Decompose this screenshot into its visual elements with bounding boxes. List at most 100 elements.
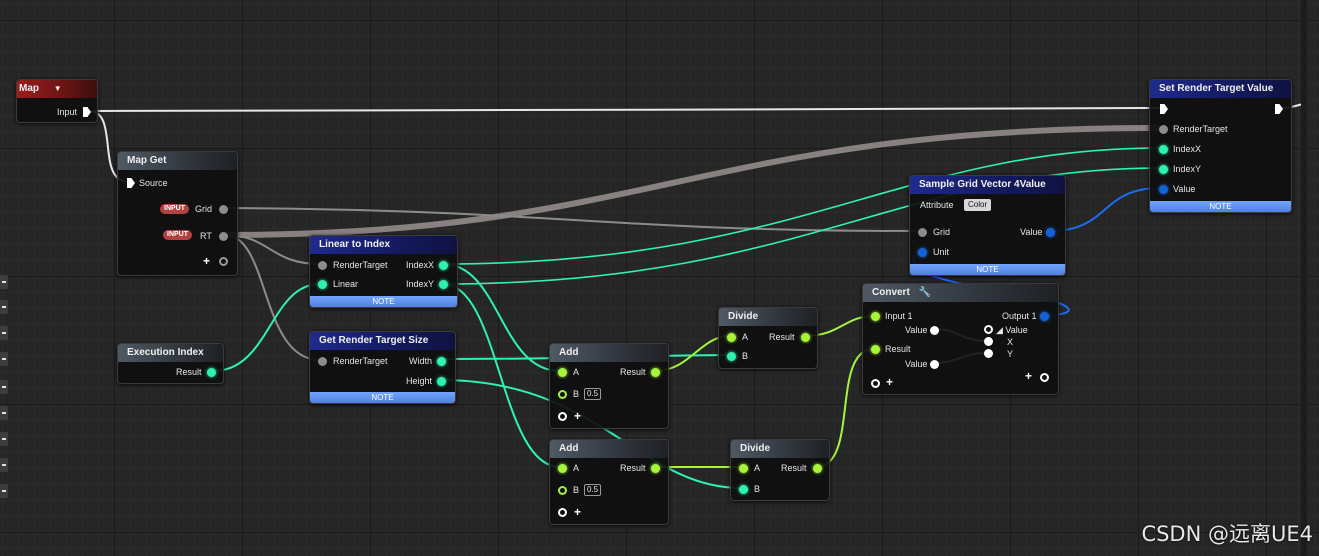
divide1-result-label: Result bbox=[769, 332, 795, 342]
set-rt-value-label: Value bbox=[1173, 184, 1196, 194]
side-tab[interactable] bbox=[0, 458, 8, 472]
add1-a-pin[interactable] bbox=[558, 368, 567, 377]
add1-b-value[interactable]: 0.5 bbox=[584, 388, 602, 400]
linear-to-index-node[interactable]: Linear to Index RenderTarget Linear Inde… bbox=[309, 235, 458, 308]
getsize-rendertarget-pin[interactable] bbox=[318, 357, 327, 366]
map-get-add-pin[interactable] bbox=[219, 257, 228, 266]
set-rt-exec-in-pin[interactable] bbox=[1160, 104, 1168, 114]
add1-add-pin[interactable] bbox=[558, 412, 567, 421]
divide2-a-pin[interactable] bbox=[739, 464, 748, 473]
wire-exec-index-to-linear bbox=[212, 283, 321, 372]
get-render-target-size-node[interactable]: Get Render Target Size RenderTarget Widt… bbox=[309, 331, 456, 404]
add2-a-pin[interactable] bbox=[558, 464, 567, 473]
map-get-node[interactable]: Map Get Source INPUT Grid INPUT RT + bbox=[117, 151, 238, 276]
linear-indexy-pin[interactable] bbox=[439, 280, 448, 289]
side-tab[interactable] bbox=[0, 352, 8, 366]
side-tab[interactable] bbox=[0, 300, 8, 314]
convert-value-a-pin[interactable] bbox=[930, 326, 939, 335]
add-node-1[interactable]: Add A Result B 0.5 + bbox=[549, 343, 669, 429]
add2-result-pin[interactable] bbox=[651, 464, 660, 473]
divide2-result-pin[interactable] bbox=[813, 464, 822, 473]
convert-add-in-pin[interactable] bbox=[871, 379, 880, 388]
sample-grid-attribute-value[interactable]: Color bbox=[964, 199, 992, 211]
convert-node[interactable]: Convert 🔧 Input 1 Value Result Value Out… bbox=[862, 283, 1059, 395]
set-rt-value-pin[interactable] bbox=[1159, 185, 1168, 194]
set-rt-note-bar[interactable]: NOTE bbox=[1150, 201, 1291, 212]
add1-b-pin[interactable] bbox=[558, 390, 567, 399]
add-pin-icon[interactable]: + bbox=[574, 410, 581, 422]
set-rt-rendertarget-pin[interactable] bbox=[1159, 125, 1168, 134]
map-input-exec-pin[interactable] bbox=[83, 107, 91, 117]
right-scrollbar[interactable] bbox=[1301, 0, 1307, 556]
side-tab[interactable] bbox=[0, 275, 8, 289]
convert-value-b-label: Value bbox=[905, 359, 928, 369]
map-node[interactable]: Map ▼ Input bbox=[16, 79, 98, 123]
add-pin-icon[interactable]: + bbox=[886, 376, 893, 388]
sample-grid-grid-pin[interactable] bbox=[918, 228, 927, 237]
divide2-b-label: B bbox=[754, 484, 761, 494]
divide1-b-pin[interactable] bbox=[727, 352, 736, 361]
linear-note-bar[interactable]: NOTE bbox=[310, 296, 457, 307]
map-node-header[interactable]: Map ▼ bbox=[17, 80, 97, 98]
add2-b-value[interactable]: 0.5 bbox=[584, 484, 602, 496]
sample-grid-note-bar[interactable]: NOTE bbox=[910, 264, 1065, 275]
add2-result-label: Result bbox=[620, 463, 646, 473]
convert-add-out-pin[interactable] bbox=[1040, 373, 1049, 382]
side-tab[interactable] bbox=[0, 406, 8, 420]
map-get-source-label: Source bbox=[139, 178, 168, 188]
divide2-result-label: Result bbox=[781, 463, 807, 473]
add-pin-icon[interactable]: + bbox=[574, 506, 581, 518]
set-rt-indexx-pin[interactable] bbox=[1159, 145, 1168, 154]
add-pin-icon[interactable]: + bbox=[1025, 370, 1032, 382]
execution-index-result-pin[interactable] bbox=[207, 368, 216, 377]
linear-indexx-pin[interactable] bbox=[439, 261, 448, 270]
sample-grid-unit-pin[interactable] bbox=[918, 248, 927, 257]
add2-add-pin[interactable] bbox=[558, 508, 567, 517]
convert-result-pin[interactable] bbox=[871, 345, 880, 354]
sample-grid-node[interactable]: Sample Grid Vector 4Value Attribute Colo… bbox=[909, 175, 1066, 276]
sample-grid-value-pin[interactable] bbox=[1046, 228, 1055, 237]
execution-index-node[interactable]: Execution Index Result bbox=[117, 343, 224, 384]
sample-grid-unit-label: Unit bbox=[933, 247, 950, 257]
convert-output1-pin[interactable] bbox=[1040, 312, 1049, 321]
linear-rendertarget-pin[interactable] bbox=[318, 261, 327, 270]
add-pin-icon[interactable]: + bbox=[203, 255, 210, 267]
divide-node-1[interactable]: Divide A Result B bbox=[718, 307, 818, 369]
side-tab[interactable] bbox=[0, 326, 8, 340]
getsize-note-bar[interactable]: NOTE bbox=[310, 392, 455, 403]
map-get-grid-pin[interactable] bbox=[219, 205, 228, 214]
convert-header: Convert 🔧 bbox=[863, 284, 1058, 302]
divide2-b-pin[interactable] bbox=[739, 485, 748, 494]
execution-index-result-label: Result bbox=[176, 367, 202, 377]
map-get-source-exec-pin[interactable] bbox=[127, 178, 135, 188]
divide-node-2[interactable]: Divide A Result B bbox=[730, 439, 830, 501]
set-rt-value-title: Set Render Target Value bbox=[1150, 80, 1291, 98]
set-rt-exec-out-pin[interactable] bbox=[1275, 104, 1283, 114]
divide1-result-pin[interactable] bbox=[801, 333, 810, 342]
convert-input1-pin[interactable] bbox=[871, 312, 880, 321]
divide2-title: Divide bbox=[731, 440, 829, 458]
execution-index-title: Execution Index bbox=[118, 344, 223, 362]
wire-grid-to-sample bbox=[224, 207, 919, 232]
map-get-rt-pin[interactable] bbox=[219, 232, 228, 241]
getsize-height-pin[interactable] bbox=[437, 377, 446, 386]
divide1-a-pin[interactable] bbox=[727, 333, 736, 342]
side-tab[interactable] bbox=[0, 432, 8, 446]
linear-rendertarget-label: RenderTarget bbox=[333, 260, 388, 270]
convert-y-pin[interactable] bbox=[984, 349, 993, 358]
add1-a-label: A bbox=[573, 367, 580, 377]
wrench-icon[interactable]: 🔧 bbox=[919, 287, 931, 298]
convert-value-out-pin[interactable] bbox=[984, 325, 993, 334]
getsize-width-pin[interactable] bbox=[437, 357, 446, 366]
side-tab[interactable] bbox=[0, 380, 8, 394]
convert-x-pin[interactable] bbox=[984, 337, 993, 346]
add1-result-pin[interactable] bbox=[651, 368, 660, 377]
set-render-target-value-node[interactable]: Set Render Target Value RenderTarget Ind… bbox=[1149, 79, 1292, 213]
add2-b-pin[interactable] bbox=[558, 486, 567, 495]
convert-value-b-pin[interactable] bbox=[930, 360, 939, 369]
set-rt-indexy-pin[interactable] bbox=[1159, 165, 1168, 174]
triangle-down-icon[interactable]: ▼ bbox=[54, 84, 62, 93]
linear-linear-pin[interactable] bbox=[318, 280, 327, 289]
side-tab[interactable] bbox=[0, 484, 8, 498]
add-node-2[interactable]: Add A Result B 0.5 + bbox=[549, 439, 669, 525]
